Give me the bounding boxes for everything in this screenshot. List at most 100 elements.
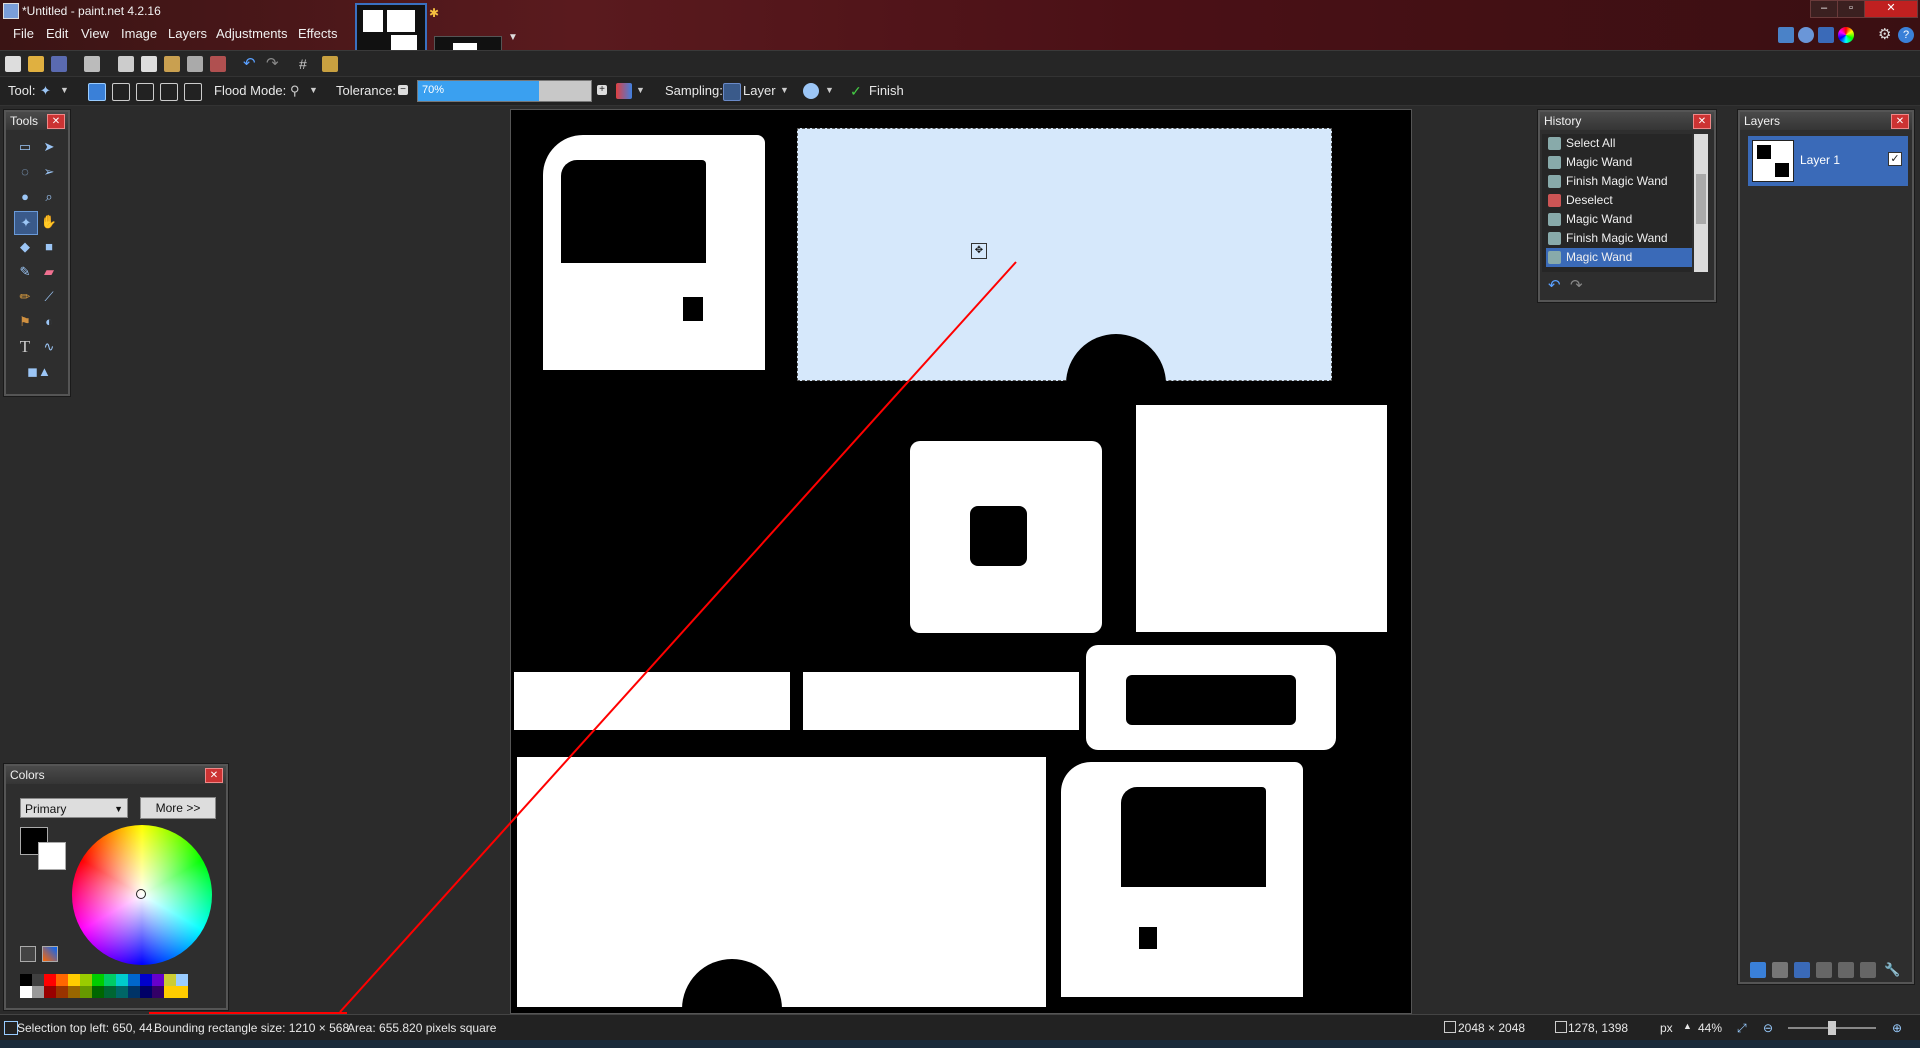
pan-hand-icon[interactable]: ✋ — [38, 211, 60, 233]
cursor-position: 1278, 1398 — [1568, 1021, 1629, 1035]
add-to-palette-icon[interactable] — [20, 946, 36, 962]
history-item-label: Finish Magic Wand — [1566, 231, 1668, 245]
colors-panel-close-button[interactable]: ✕ — [205, 768, 223, 783]
color-mode-dropdown-icon: ▼ — [114, 804, 123, 814]
color-wheel[interactable] — [72, 825, 212, 965]
colors-panel-title: Colors — [10, 768, 45, 782]
layer-properties-icon[interactable]: 🔧 — [1884, 962, 1900, 978]
colors-panel-header: Colors ✕ — [6, 766, 226, 784]
recolor-icon[interactable]: ◐ — [38, 311, 60, 333]
history-item-label: Magic Wand — [1566, 250, 1633, 264]
tools-panel-close-button[interactable]: ✕ — [47, 114, 65, 129]
history-item[interactable]: Deselect — [1546, 191, 1692, 210]
history-panel-header: History ✕ — [1540, 112, 1714, 130]
merge-layer-icon[interactable] — [1816, 962, 1832, 978]
tools-panel-header: Tools ✕ — [6, 112, 68, 130]
zoom-fit-icon[interactable]: ⤢ — [1737, 1021, 1747, 1036]
select-all-icon — [1548, 137, 1561, 150]
history-item-selected[interactable]: Magic Wand — [1546, 248, 1692, 267]
paintbrush-icon[interactable]: ✎ — [14, 261, 36, 283]
color-mode-value: Primary — [25, 802, 67, 816]
shapes-tool-icon[interactable]: ◼▲ — [22, 361, 56, 383]
history-scrollbar[interactable] — [1694, 134, 1708, 272]
unit-dropdown-icon[interactable]: ▲ — [1683, 1021, 1692, 1031]
magic-wand-tool-icon[interactable]: ✦ — [14, 211, 38, 235]
selection-area: Area: 655.820 pixels square — [347, 1021, 497, 1035]
history-item[interactable]: Finish Magic Wand — [1546, 172, 1692, 191]
zoom-out-icon[interactable]: ⊖ — [1763, 1021, 1773, 1035]
lasso-select-icon[interactable]: ◌ — [14, 161, 36, 183]
history-item-label: Finish Magic Wand — [1566, 174, 1668, 188]
color-mode-select[interactable]: Primary ▼ — [20, 798, 128, 818]
history-undo-icon[interactable]: ↶ — [1548, 276, 1561, 294]
more-colors-button[interactable]: More >> — [140, 797, 216, 819]
magic-wand-icon — [1548, 251, 1561, 264]
bounding-rectangle-size: Bounding rectangle size: 1210 × 568. — [154, 1021, 353, 1035]
selection-top-left: Selection top left: 650, 44. — [17, 1021, 156, 1035]
text-tool-icon[interactable]: T — [14, 336, 36, 358]
tools-panel-title: Tools — [10, 114, 39, 128]
color-picker-icon[interactable]: ⟋ — [38, 286, 60, 308]
move-selection-icon[interactable]: ➤ — [38, 136, 60, 158]
history-panel-close-button[interactable]: ✕ — [1693, 114, 1711, 129]
history-scroll-thumb[interactable] — [1696, 174, 1706, 224]
selection-icon — [4, 1021, 18, 1035]
history-item[interactable]: Magic Wand — [1546, 153, 1692, 172]
zoom-icon[interactable]: ⌕ — [38, 186, 60, 208]
magic-wand-icon — [1548, 232, 1561, 245]
history-item-label: Magic Wand — [1566, 212, 1633, 226]
magic-wand-icon — [1548, 175, 1561, 188]
layers-panel-header: Layers ✕ — [1740, 112, 1912, 130]
history-item[interactable]: Select All — [1546, 134, 1692, 153]
image-size: 2048 × 2048 — [1458, 1021, 1526, 1035]
layer-visibility-checkbox[interactable]: ✓ — [1888, 152, 1902, 166]
zoom-slider-thumb[interactable] — [1828, 1021, 1836, 1035]
layers-panel-toolbar: 🔧 — [1740, 960, 1908, 980]
annotation-line — [339, 261, 1017, 1013]
status-bar: Selection top left: 650, 44. Bounding re… — [0, 1014, 1920, 1041]
zoom-slider[interactable] — [1788, 1021, 1876, 1035]
duplicate-layer-icon[interactable] — [1794, 962, 1810, 978]
history-item-label: Deselect — [1566, 193, 1613, 207]
clone-stamp-icon[interactable]: ⚑ — [14, 311, 36, 333]
layers-panel: Layers ✕ Layer 1 ✓ 🔧 — [1738, 110, 1914, 984]
magic-wand-icon — [1548, 213, 1561, 226]
zoom-in-icon[interactable]: ⊕ — [1892, 1021, 1902, 1035]
magic-wand-icon — [1548, 156, 1561, 169]
tools-panel: Tools ✕ ▭ ➤ ◌ ➢ ● ⌕ ✦ ✋ ◆ ■ ✎ ▰ ✏ ⟋ ⚑ ◐ … — [4, 110, 70, 396]
unit-selector[interactable]: px — [1660, 1021, 1673, 1035]
layers-panel-title: Layers — [1744, 114, 1781, 128]
layer-thumbnail — [1752, 140, 1794, 182]
rectangle-select-icon[interactable]: ▭ — [14, 136, 36, 158]
pencil-icon[interactable]: ✏ — [14, 286, 36, 308]
paint-bucket-icon[interactable]: ◆ — [14, 236, 36, 258]
layers-panel-close-button[interactable]: ✕ — [1891, 114, 1909, 129]
gradient-icon[interactable]: ■ — [38, 236, 60, 258]
layer-item[interactable]: Layer 1 ✓ — [1748, 136, 1908, 186]
history-list[interactable]: Select All Magic Wand Finish Magic Wand … — [1542, 134, 1692, 272]
history-item-label: Select All — [1566, 136, 1616, 150]
history-redo-icon[interactable]: ↷ — [1570, 276, 1583, 294]
color-palette[interactable] — [20, 974, 216, 1000]
palette-options-icon[interactable] — [42, 946, 58, 962]
image-size-icon — [1444, 1021, 1456, 1033]
history-item[interactable]: Finish Magic Wand — [1546, 229, 1692, 248]
line-curve-icon[interactable]: ∿ — [38, 336, 60, 358]
colors-panel: Colors ✕ Primary ▼ More >> — [4, 764, 228, 1010]
history-panel-title: History — [1544, 114, 1582, 128]
deselect-icon — [1548, 194, 1561, 207]
history-item[interactable]: Magic Wand — [1546, 210, 1692, 229]
delete-layer-icon[interactable] — [1772, 962, 1788, 978]
ellipse-select-icon[interactable]: ● — [14, 186, 36, 208]
taskbar — [0, 1040, 1920, 1048]
secondary-color-swatch[interactable] — [38, 842, 66, 870]
move-selected-icon[interactable]: ➢ — [38, 161, 60, 183]
history-item-label: Magic Wand — [1566, 155, 1633, 169]
add-layer-icon[interactable] — [1750, 962, 1766, 978]
zoom-value[interactable]: 44% — [1698, 1021, 1722, 1035]
move-layer-down-icon[interactable] — [1860, 962, 1876, 978]
move-layer-up-icon[interactable] — [1838, 962, 1854, 978]
cursor-position-icon — [1555, 1021, 1567, 1033]
eraser-icon[interactable]: ▰ — [38, 261, 60, 283]
layer-name: Layer 1 — [1800, 153, 1841, 167]
